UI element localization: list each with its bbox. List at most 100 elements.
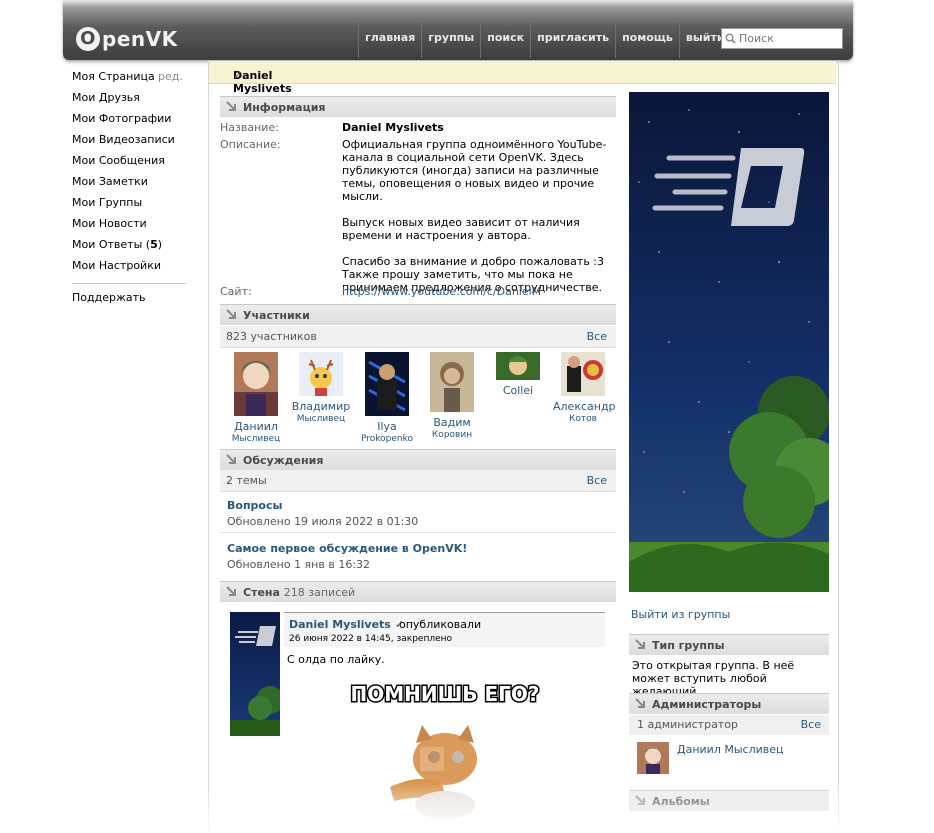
admins-header: Администраторы <box>629 693 829 714</box>
topics-count: 2 темы <box>226 474 267 487</box>
members-count: 823 участников <box>226 330 317 343</box>
nav-invite[interactable]: пригласить <box>530 18 615 58</box>
admin-avatar[interactable] <box>637 742 669 774</box>
post-pinned: , закреплено <box>390 634 453 644</box>
sidebar-item-friends[interactable]: Мои Друзья <box>72 91 186 112</box>
sidebar-item-my-page[interactable]: Моя Страница ред. <box>72 70 186 91</box>
desc-paragraph: Спасибо за внимание и добро пожаловать :… <box>342 255 604 268</box>
admins-all-link[interactable]: Все <box>801 718 821 731</box>
search-box[interactable] <box>721 28 843 49</box>
arrow-icon <box>226 454 236 464</box>
discussions-subbar: 2 темы Все <box>220 470 616 492</box>
member-item[interactable]: Александр Котов <box>553 352 616 425</box>
admins-subbar: 1 администратор Все <box>629 715 829 735</box>
member-item[interactable]: Ilya Prokopenko <box>357 352 417 445</box>
member-first-name: Вадим <box>433 416 471 429</box>
arrow-icon <box>226 101 236 111</box>
meme-caption: ПОМНИШЬ ЕГО? <box>350 682 539 706</box>
info-header: Информация <box>220 96 616 117</box>
sidebar-item-news[interactable]: Мои Новости <box>72 217 186 238</box>
member-avatar <box>430 352 474 412</box>
nav-search[interactable]: поиск <box>480 18 530 58</box>
section-title: Информация <box>243 101 326 114</box>
sidebar-item-groups[interactable]: Мои Группы <box>72 196 186 217</box>
member-last-name: Мысливец <box>231 434 281 444</box>
nav-groups[interactable]: группы <box>421 18 480 58</box>
sidebar-divider <box>72 283 186 284</box>
arrow-icon <box>635 698 645 708</box>
admin-name-link[interactable]: Даниил Мысливец <box>677 743 784 756</box>
member-avatar <box>496 352 540 380</box>
member-item[interactable]: Владимир Мысливец <box>291 352 351 425</box>
member-first-name: Владимир <box>291 400 351 413</box>
post-image[interactable]: ПОМНИШЬ ЕГО? <box>350 677 540 827</box>
group-cover-image[interactable] <box>629 92 829 592</box>
info-label: Описание: <box>220 138 281 151</box>
post-date-line: 26 июня 2022 в 14:45, закреплено <box>289 634 452 644</box>
member-item[interactable]: Collei <box>488 352 548 397</box>
search-input[interactable] <box>739 32 835 45</box>
section-title: Администраторы <box>652 698 762 711</box>
wall-header: Стена 218 записей <box>220 581 616 602</box>
topics-all-link[interactable]: Все <box>587 474 607 487</box>
sidebar-item-notes[interactable]: Мои Заметки <box>72 175 186 196</box>
sidebar-item-label: Моя Страница <box>72 70 155 83</box>
nav-home[interactable]: главная <box>358 18 421 58</box>
info-label: Название: <box>220 121 279 134</box>
topic-title[interactable]: Самое первое обсуждение в OpenVK! <box>227 542 467 555</box>
post-verb: опубликовали <box>399 618 482 631</box>
top-nav: главная группы поиск пригласить помощь в… <box>358 18 731 58</box>
member-last-name: Мысливец <box>296 414 346 424</box>
member-last-name: Коровин <box>431 430 473 440</box>
sidebar-item-videos[interactable]: Мои Видеозаписи <box>72 133 186 154</box>
edit-link[interactable]: ред. <box>158 70 183 84</box>
sidebar-item-messages[interactable]: Мои Сообщения <box>72 154 186 175</box>
arrow-icon <box>635 795 645 805</box>
member-item[interactable]: Даниил Мысливец <box>226 352 286 445</box>
site-link[interactable]: https://www.youtube.com/c/DanielM <box>342 285 614 298</box>
member-avatar <box>299 352 343 396</box>
member-first-name: Александр <box>553 400 616 413</box>
wall-count: 218 записей <box>283 586 356 599</box>
logo-o: O <box>76 27 100 51</box>
post-text: С олда по лайку. <box>287 653 385 666</box>
nav-help[interactable]: помощь <box>615 18 679 58</box>
replies-count: 5 <box>150 238 158 251</box>
wall-title: Стена <box>243 586 280 599</box>
topic-title[interactable]: Вопросы <box>227 499 418 512</box>
openvk-logo[interactable]: OpenVK <box>76 24 178 54</box>
post-date[interactable]: 26 июня 2022 в 14:45 <box>289 634 391 644</box>
member-avatar <box>234 352 278 416</box>
members-subbar: 823 участников Все <box>220 326 616 348</box>
section-title: Тип группы <box>652 639 725 652</box>
section-title: Обсуждения <box>243 454 324 467</box>
post-author-name[interactable]: Daniel Myslivets <box>289 618 391 631</box>
members-all-link[interactable]: Все <box>587 330 607 343</box>
member-last-name: Prokopenko <box>360 434 414 444</box>
left-sidebar: Моя Страница ред. Мои Друзья Мои Фотограф… <box>72 70 186 312</box>
desc-paragraph: Официальная группа одноимённого YouTube-… <box>342 138 607 203</box>
arrow-icon <box>635 639 645 649</box>
member-first-name: Даниил <box>234 420 278 433</box>
group-type-header: Тип группы <box>629 634 829 655</box>
sidebar-item-settings[interactable]: Мои Настройки <box>72 259 186 280</box>
post-author-avatar[interactable] <box>230 612 280 736</box>
post-author[interactable]: Daniel Myslivets ✓ <box>289 618 404 631</box>
topic-item[interactable]: Самое первое обсуждение в OpenVK! Обновл… <box>227 542 467 571</box>
section-title: Стена 218 записей <box>243 586 355 599</box>
member-first-name: Collei <box>502 384 534 397</box>
member-avatar <box>561 352 605 396</box>
sidebar-item-photos[interactable]: Мои Фотографии <box>72 112 186 133</box>
info-value: Daniel Myslivets <box>342 121 444 134</box>
post-header: Daniel Myslivets ✓ опубликовали 26 июня … <box>284 612 605 647</box>
verified-icon: ✓ <box>233 69 243 82</box>
member-item[interactable]: Вадим Коровин <box>422 352 482 441</box>
leave-group-link[interactable]: Выйти из группы <box>631 608 730 621</box>
section-title: Участники <box>243 309 310 322</box>
sidebar-item-support[interactable]: Поддержать <box>72 291 186 312</box>
admins-count: 1 администратор <box>637 718 738 731</box>
sidebar-item-replies[interactable]: Мои Ответы (5) <box>72 238 186 259</box>
member-avatar <box>365 352 409 416</box>
topic-item[interactable]: Вопросы Обновлено 19 июля 2022 в 01:30 <box>227 499 418 528</box>
desc-paragraph: Выпуск новых видео зависит от наличия вр… <box>342 216 580 242</box>
